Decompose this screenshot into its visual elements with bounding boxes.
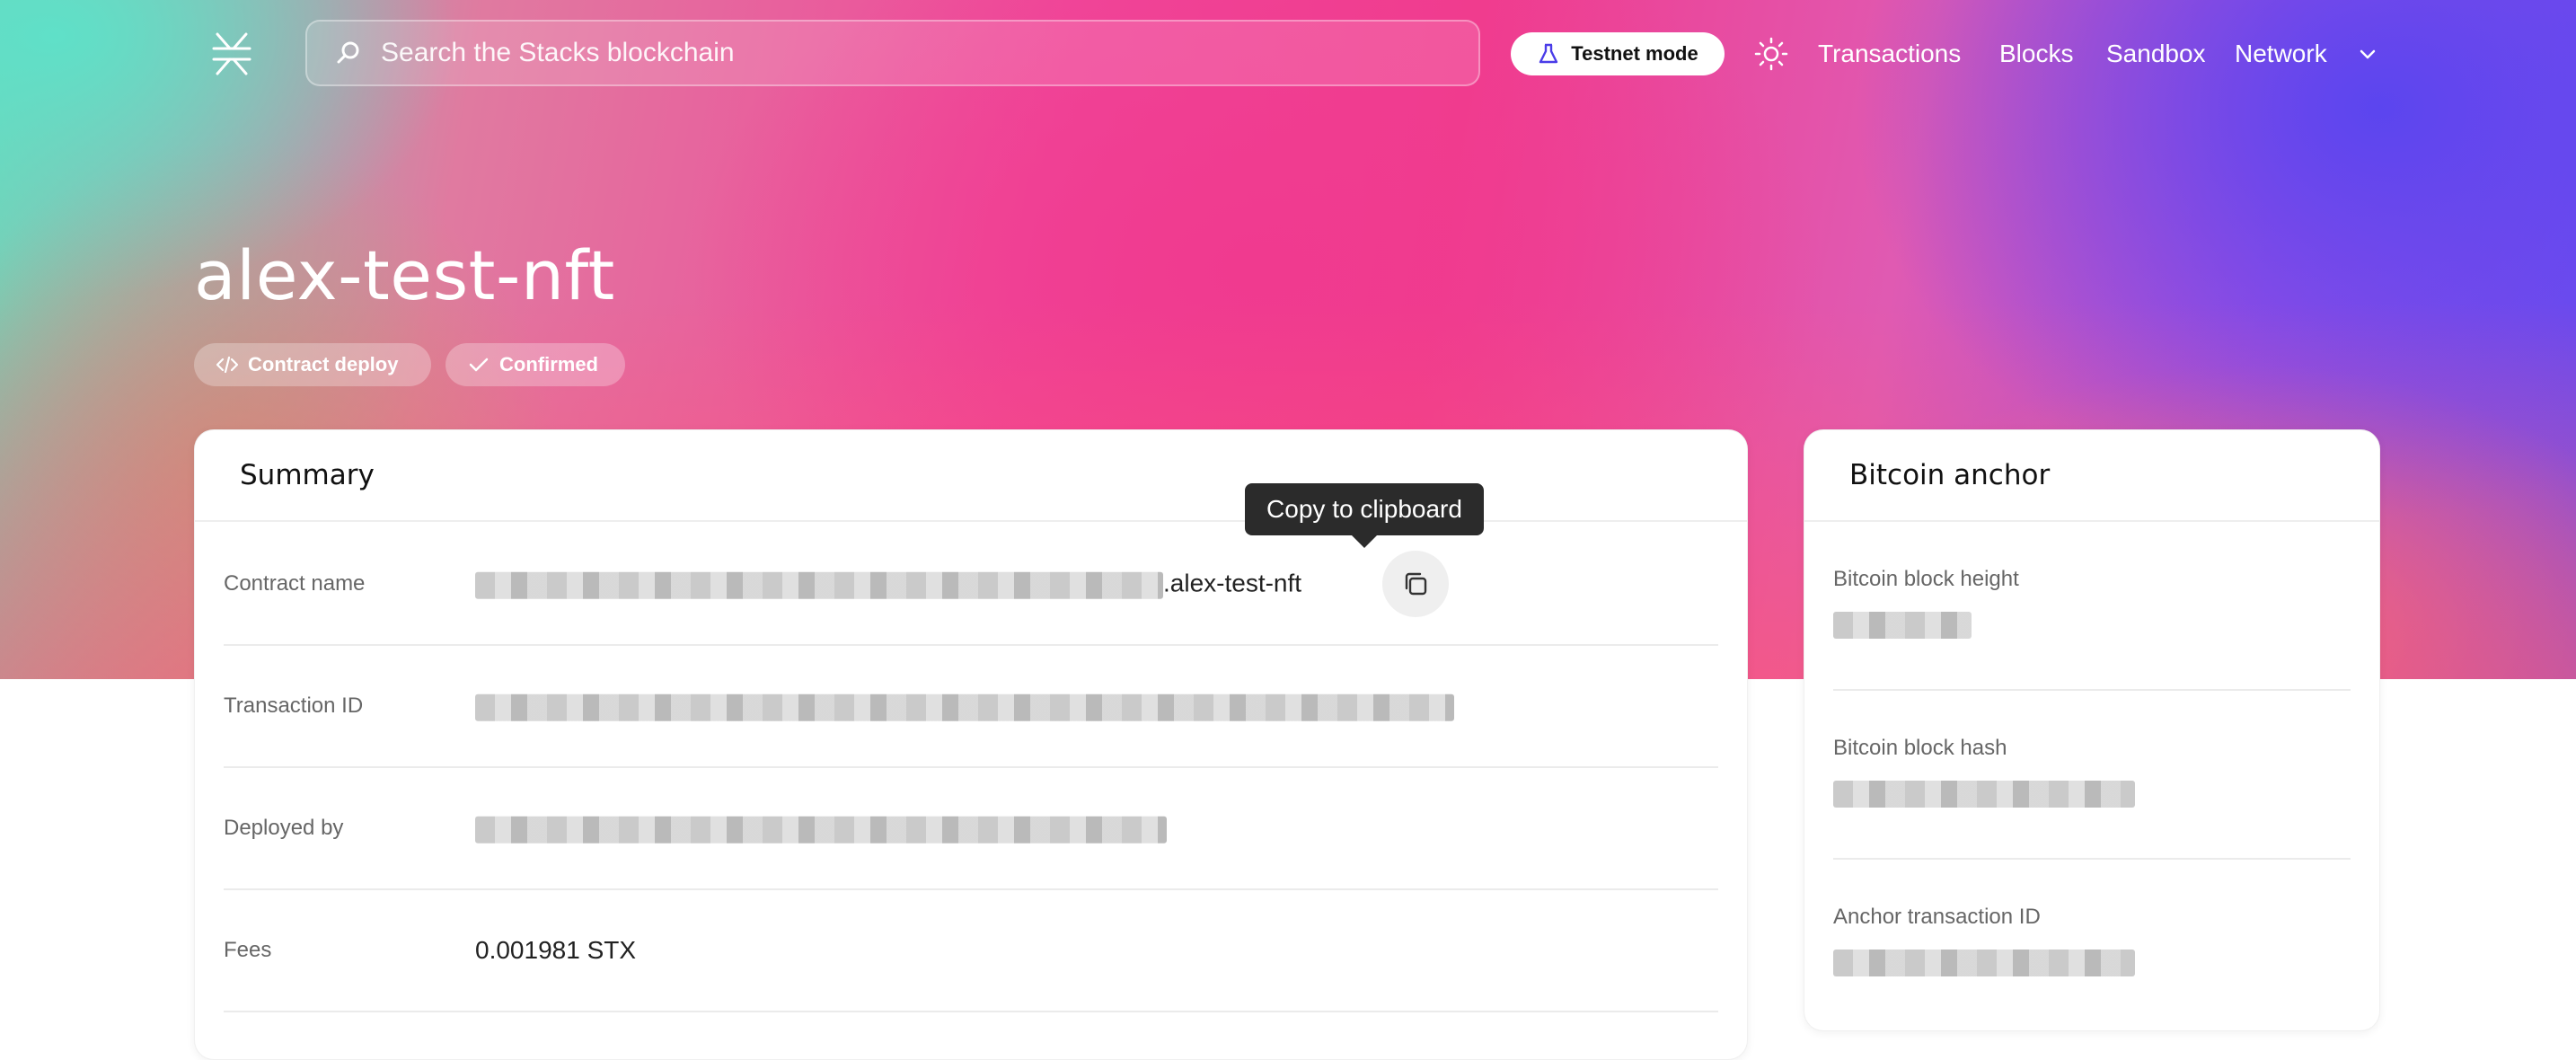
nav-network[interactable]: Network (2235, 36, 2327, 72)
sun-icon[interactable] (1753, 36, 1789, 72)
deployed-by-value (475, 814, 1167, 844)
contract-deploy-label: Contract deploy (248, 353, 399, 375)
code-icon (216, 356, 239, 374)
confirmed-label: Confirmed (499, 353, 598, 375)
transaction-id-value (475, 692, 1454, 721)
redacted-deployer (475, 816, 1167, 844)
bitcoin-block-height-row: Bitcoin block height (1833, 522, 2351, 691)
anchor-transaction-id-row: Anchor transaction ID (1833, 860, 2351, 1029)
summary-card: Summary Contract name .alex-test-nft Tra… (194, 429, 1748, 1060)
redacted-block-hash[interactable] (1833, 781, 2135, 808)
flask-icon (1539, 43, 1558, 64)
search-icon (337, 41, 359, 64)
redacted-transaction-id (475, 693, 1454, 721)
transaction-id-label: Transaction ID (224, 693, 364, 718)
fees-value: 0.001981 STX (475, 936, 637, 964)
redacted-anchor-tx[interactable] (1833, 950, 2135, 976)
nav-blocks[interactable]: Blocks (1999, 36, 2073, 72)
confirmed-badge: Confirmed (446, 343, 625, 386)
bitcoin-block-hash-row: Bitcoin block hash (1833, 691, 2351, 860)
fees-row: Fees 0.001981 STX (224, 890, 1718, 1012)
bitcoin-block-height-label: Bitcoin block height (1833, 567, 2019, 591)
contract-name-suffix: .alex-test-nft (1163, 569, 1302, 597)
bitcoin-anchor-card: Bitcoin anchor Bitcoin block height Bitc… (1804, 429, 2380, 1031)
contract-name-value: .alex-test-nft (475, 570, 1301, 599)
nav-sandbox[interactable]: Sandbox (2106, 36, 2206, 72)
bitcoin-anchor-title: Bitcoin anchor (1804, 430, 2379, 522)
copy-icon (1405, 572, 1427, 596)
check-icon (469, 358, 489, 372)
fees-label: Fees (224, 938, 272, 962)
redacted-block-height (1833, 612, 1972, 639)
copy-tooltip: Copy to clipboard (1245, 483, 1484, 548)
contract-name-row: Contract name .alex-test-nft (224, 524, 1718, 646)
deployed-by-row: Deployed by (224, 768, 1718, 890)
testnet-mode-button[interactable]: Testnet mode (1511, 32, 1725, 75)
anchor-transaction-id-label: Anchor transaction ID (1833, 905, 2041, 929)
chevron-down-icon[interactable] (2357, 43, 2378, 65)
contract-deploy-badge: Contract deploy (194, 343, 431, 386)
bitcoin-block-hash-label: Bitcoin block hash (1833, 736, 2007, 760)
copy-button[interactable] (1382, 551, 1449, 617)
deployed-by-label: Deployed by (224, 816, 344, 840)
search-input[interactable] (379, 25, 1478, 81)
stacks-logo-icon[interactable] (207, 29, 257, 79)
search-bar[interactable] (305, 20, 1480, 86)
transaction-id-row: Transaction ID (224, 646, 1718, 768)
contract-name-label: Contract name (224, 571, 366, 596)
page-title: alex-test-nft (194, 235, 615, 315)
nav-transactions[interactable]: Transactions (1818, 36, 1961, 72)
testnet-mode-label: Testnet mode (1571, 42, 1698, 65)
redacted-address (475, 571, 1163, 599)
summary-title: Summary (195, 430, 1747, 522)
